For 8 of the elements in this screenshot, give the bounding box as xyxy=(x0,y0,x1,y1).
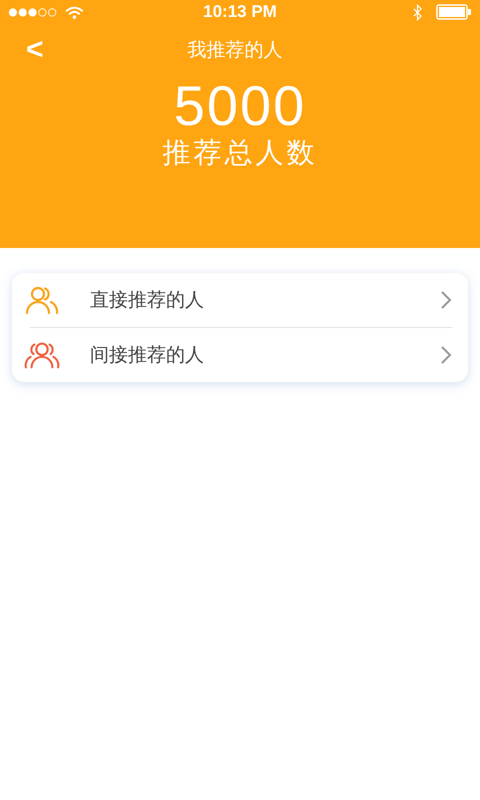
status-time: 10:13 PM xyxy=(203,2,277,22)
row-label: 直接推荐的人 xyxy=(90,288,205,313)
page-title: 我推荐的人 xyxy=(187,38,282,63)
row-label: 间接推荐的人 xyxy=(90,343,205,368)
menu-row[interactable]: 直接推荐的人 xyxy=(12,273,468,327)
referral-count: 5000 xyxy=(174,76,306,136)
menu-row[interactable]: 间接推荐的人 xyxy=(12,328,468,382)
count-label: 推荐总人数 xyxy=(162,136,318,170)
